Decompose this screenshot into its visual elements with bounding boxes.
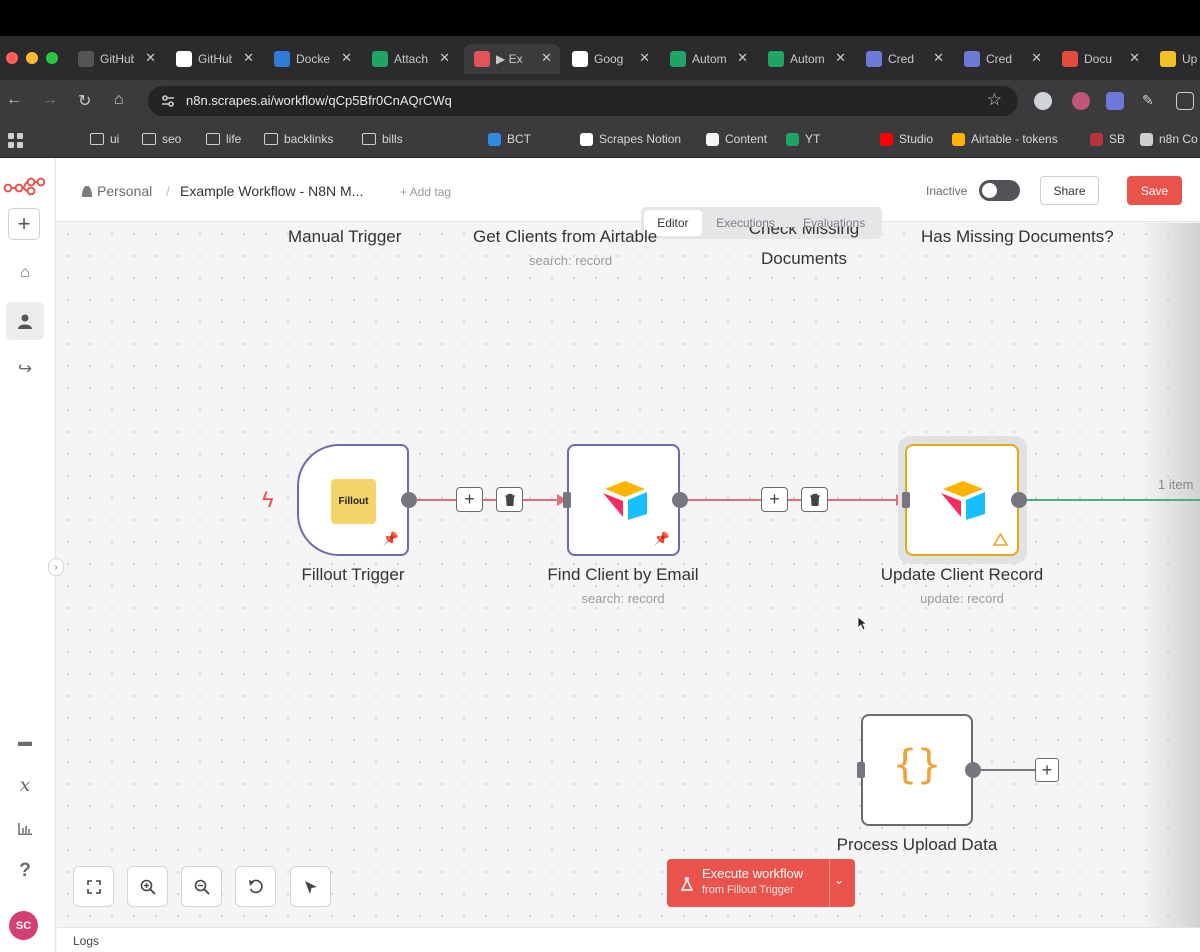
node-find-client[interactable]: 📌 <box>567 444 680 556</box>
tidy-up-button[interactable] <box>290 866 331 907</box>
node-label-fillout: Fillout Trigger <box>301 565 405 584</box>
node-process-upload[interactable]: {} <box>861 714 973 826</box>
output-handle[interactable] <box>1011 492 1027 508</box>
logs-label: Logs <box>73 934 100 948</box>
zoom-in-button[interactable] <box>127 866 168 907</box>
reset-zoom-button[interactable] <box>235 866 276 907</box>
zoom-out-button[interactable] <box>181 866 222 907</box>
input-handle[interactable] <box>902 492 910 508</box>
trigger-bolt-icon: ϟ <box>262 487 274 512</box>
node-fillout-trigger[interactable]: Fillout 📌 <box>297 444 409 556</box>
code-braces-icon: {} <box>892 742 942 788</box>
zoom-in-icon <box>140 879 156 895</box>
mouse-cursor-icon <box>857 616 867 631</box>
execute-workflow-button[interactable]: Execute workflow from Fillout Trigger ⌄ <box>667 859 855 907</box>
node-label-process-upload: Process Upload Data <box>836 835 998 854</box>
input-handle[interactable] <box>857 762 865 778</box>
node-update-client[interactable] <box>905 444 1019 556</box>
node-sub-find-client: search: record <box>581 591 665 606</box>
logs-panel[interactable]: Logs <box>57 927 1200 952</box>
pin-icon: 📌 <box>653 531 670 546</box>
pin-icon: 📌 <box>382 531 399 546</box>
chevron-down-icon[interactable]: ⌄ <box>834 873 844 887</box>
output-handle[interactable] <box>401 492 417 508</box>
delete-connection-button[interactable] <box>801 487 828 512</box>
input-handle[interactable] <box>563 492 571 508</box>
trash-icon <box>504 493 515 506</box>
add-node-button[interactable]: + <box>456 487 483 512</box>
airtable-logo-icon <box>603 481 647 520</box>
airtable-logo-icon <box>941 481 985 520</box>
output-handle[interactable] <box>965 762 981 778</box>
execute-label: Execute workflow <box>702 866 804 881</box>
output-handle[interactable] <box>672 492 688 508</box>
delete-connection-button[interactable] <box>496 487 523 512</box>
fit-view-icon <box>86 879 101 894</box>
trash-icon <box>809 493 820 506</box>
divider <box>829 859 830 907</box>
screen: GitHub✕GitHub✕Docker✕Attach✕▶ Ex✕Goog✕Au… <box>0 0 1200 952</box>
cursor-sparkle-icon <box>304 880 317 894</box>
fit-view-button[interactable] <box>73 866 114 907</box>
add-node-button[interactable]: + <box>761 487 788 512</box>
node-label-update-client: Update Client Record <box>880 565 1044 584</box>
execute-sublabel: from Fillout Trigger <box>702 884 794 896</box>
fillout-logo-icon: Fillout <box>331 479 376 524</box>
add-node-button[interactable]: + <box>1035 758 1059 782</box>
flask-icon <box>681 877 693 891</box>
node-sub-update-client: update: record <box>920 591 1004 606</box>
warning-icon <box>993 533 1008 546</box>
edge-item-count: 1 item <box>1158 477 1194 492</box>
undo-icon <box>248 879 263 893</box>
zoom-out-icon <box>194 879 210 895</box>
node-label-find-client: Find Client by Email <box>547 565 699 584</box>
